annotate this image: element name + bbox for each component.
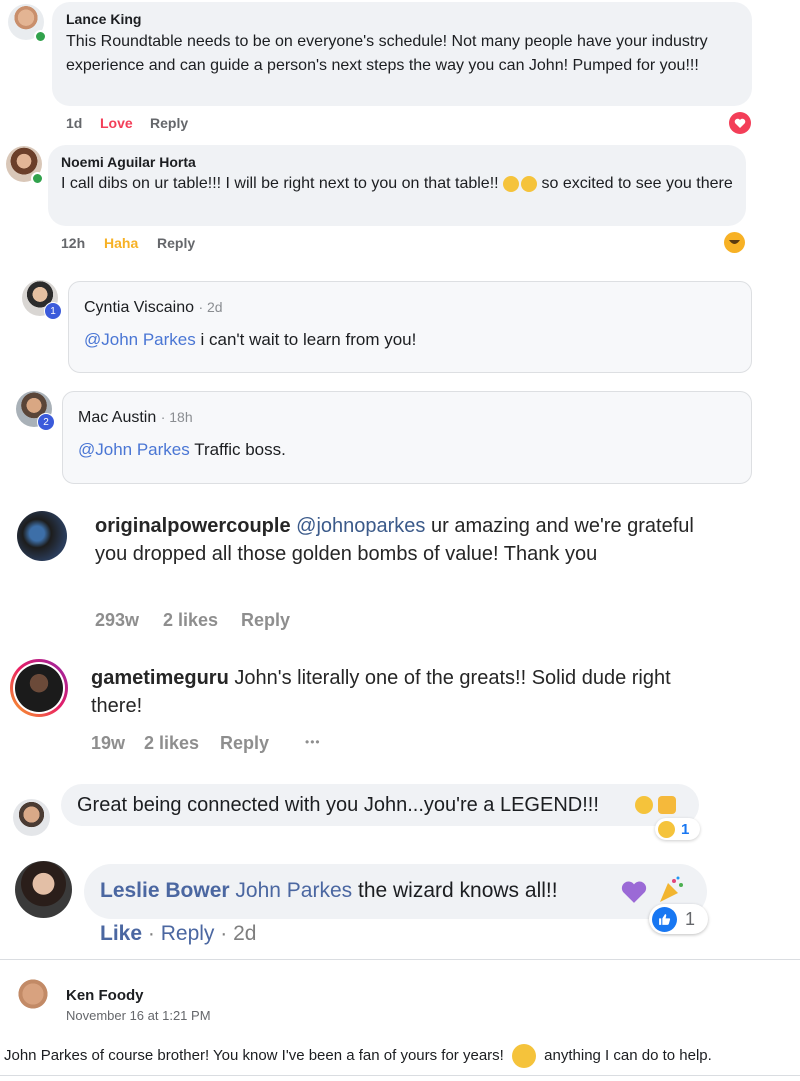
reaction-count: 1 [685, 908, 696, 929]
comment-bubble: Lance King This Roundtable needs to be o… [52, 2, 752, 106]
comment-bubble: Mac Austin · 18h @John Parkes Traffic bo… [62, 391, 752, 484]
post-text-part: John Parkes of course brother! You know … [4, 1046, 504, 1064]
wow-emoji-icon [658, 820, 675, 838]
like-reaction-icon [652, 906, 677, 932]
more-options-icon[interactable]: ••• [305, 735, 321, 749]
like-link[interactable]: Like [100, 922, 142, 945]
reaction-summary[interactable]: 1 [649, 904, 708, 934]
post-text-part: anything I can do to help. [544, 1046, 712, 1064]
reply-link[interactable]: Reply [161, 922, 215, 945]
avatar[interactable] [6, 146, 44, 185]
haha-reaction-icon[interactable] [724, 232, 745, 253]
separator: · [147, 922, 155, 945]
post-date[interactable]: November 16 at 1:21 PM [66, 1008, 211, 1023]
divider [0, 959, 800, 960]
comment-time[interactable]: · 2d [198, 299, 222, 315]
comment-header: Cyntia Viscaino · 2d [84, 299, 223, 317]
reaction-summary[interactable]: 1 [655, 818, 700, 840]
mention-link[interactable]: @johnoparkes [296, 515, 425, 537]
online-indicator [34, 30, 47, 43]
comment-bubble: Leslie Bower John Parkes the wizard know… [84, 864, 707, 919]
comment-actions: Like · Reply · 2d [100, 922, 256, 946]
likes-count[interactable]: 2 likes [144, 733, 199, 754]
badge-count: 1 [44, 302, 62, 320]
comment-text: gametimeguru John's literally one of the… [91, 664, 711, 720]
comment-body: i can't wait to learn from you! [200, 330, 417, 349]
laughing-emoji-icon [503, 175, 520, 192]
avatar[interactable]: 1 [22, 280, 62, 320]
author-name[interactable]: Lance King [66, 11, 141, 27]
author-name[interactable]: Leslie Bower [100, 879, 230, 902]
author-name[interactable]: Ken Foody [66, 987, 144, 1004]
comment-bubble: Noemi Aguilar Horta I call dibs on ur ta… [48, 145, 746, 226]
mention-link[interactable]: @John Parkes [84, 330, 196, 349]
laughing-emoji-icon [521, 175, 538, 192]
comment-bubble: Great being connected with you John...yo… [61, 784, 699, 826]
comment-text-part: I call dibs on ur table!!! I will be rig… [61, 175, 499, 192]
purple-heart-icon [620, 880, 648, 909]
comment-text: @John Parkes i can't wait to learn from … [84, 330, 416, 350]
reply-link[interactable]: Reply [157, 235, 195, 251]
online-indicator [31, 172, 44, 185]
avatar[interactable]: 2 [16, 391, 55, 431]
author-name[interactable]: originalpowercouple [95, 515, 291, 537]
reply-link[interactable]: Reply [150, 115, 188, 131]
comment-time[interactable]: · 18h [161, 409, 193, 425]
avatar[interactable] [8, 4, 47, 43]
haha-reaction-link[interactable]: Haha [104, 235, 138, 251]
comment-time[interactable]: 2d [233, 922, 256, 945]
comment-text: @John Parkes Traffic boss. [78, 440, 286, 460]
reaction-count: 1 [681, 820, 690, 838]
avatar[interactable] [13, 799, 50, 836]
comment-time[interactable]: 1d [66, 115, 82, 131]
comment-time[interactable]: 12h [61, 235, 85, 251]
mention-link[interactable]: John Parkes [235, 879, 352, 902]
avatar[interactable] [15, 861, 72, 918]
author-name[interactable]: Cyntia Viscaino [84, 299, 194, 316]
comment-text: Great being connected with you John...yo… [77, 794, 599, 816]
post-text: John Parkes of course brother! You know … [4, 1044, 712, 1068]
avatar[interactable] [17, 511, 67, 561]
likes-count[interactable]: 2 likes [163, 610, 218, 631]
divider [0, 1075, 800, 1076]
heart-reaction-icon[interactable] [729, 112, 751, 134]
comment-bubble: Cyntia Viscaino · 2d @John Parkes i can'… [68, 281, 752, 373]
reply-link[interactable]: Reply [241, 610, 290, 631]
raising-hands-emoji-icon [658, 796, 676, 814]
love-reaction-link[interactable]: Love [100, 115, 133, 131]
heart-eyes-emoji-icon [635, 796, 653, 814]
comment-body: the wizard knows all!! [357, 879, 558, 902]
comment-time: 293w [95, 610, 140, 630]
comment-body: Traffic boss. [194, 440, 286, 459]
smiling-emoji-icon [512, 1044, 536, 1068]
comment-text: This Roundtable needs to be on everyone'… [66, 33, 708, 74]
avatar[interactable] [8, 975, 58, 1025]
avatar[interactable] [10, 659, 68, 717]
comment-text: I call dibs on ur table!!! I will be rig… [61, 172, 737, 196]
comment-header: Mac Austin · 18h [78, 409, 193, 427]
comment-text: Leslie Bower John Parkes the wizard know… [100, 879, 558, 903]
badge-count: 2 [37, 413, 55, 431]
reply-link[interactable]: Reply [220, 733, 269, 754]
separator: · [220, 922, 228, 945]
comment-text-part: so excited to see you there [541, 175, 733, 192]
comment-text: originalpowercouple @johnoparkes ur amaz… [95, 512, 705, 568]
mention-link[interactable]: @John Parkes [78, 440, 190, 459]
author-name[interactable]: Mac Austin [78, 409, 156, 426]
author-name[interactable]: gametimeguru [91, 667, 229, 689]
author-name[interactable]: Noemi Aguilar Horta [61, 154, 196, 170]
comment-time: 19w [91, 733, 126, 753]
